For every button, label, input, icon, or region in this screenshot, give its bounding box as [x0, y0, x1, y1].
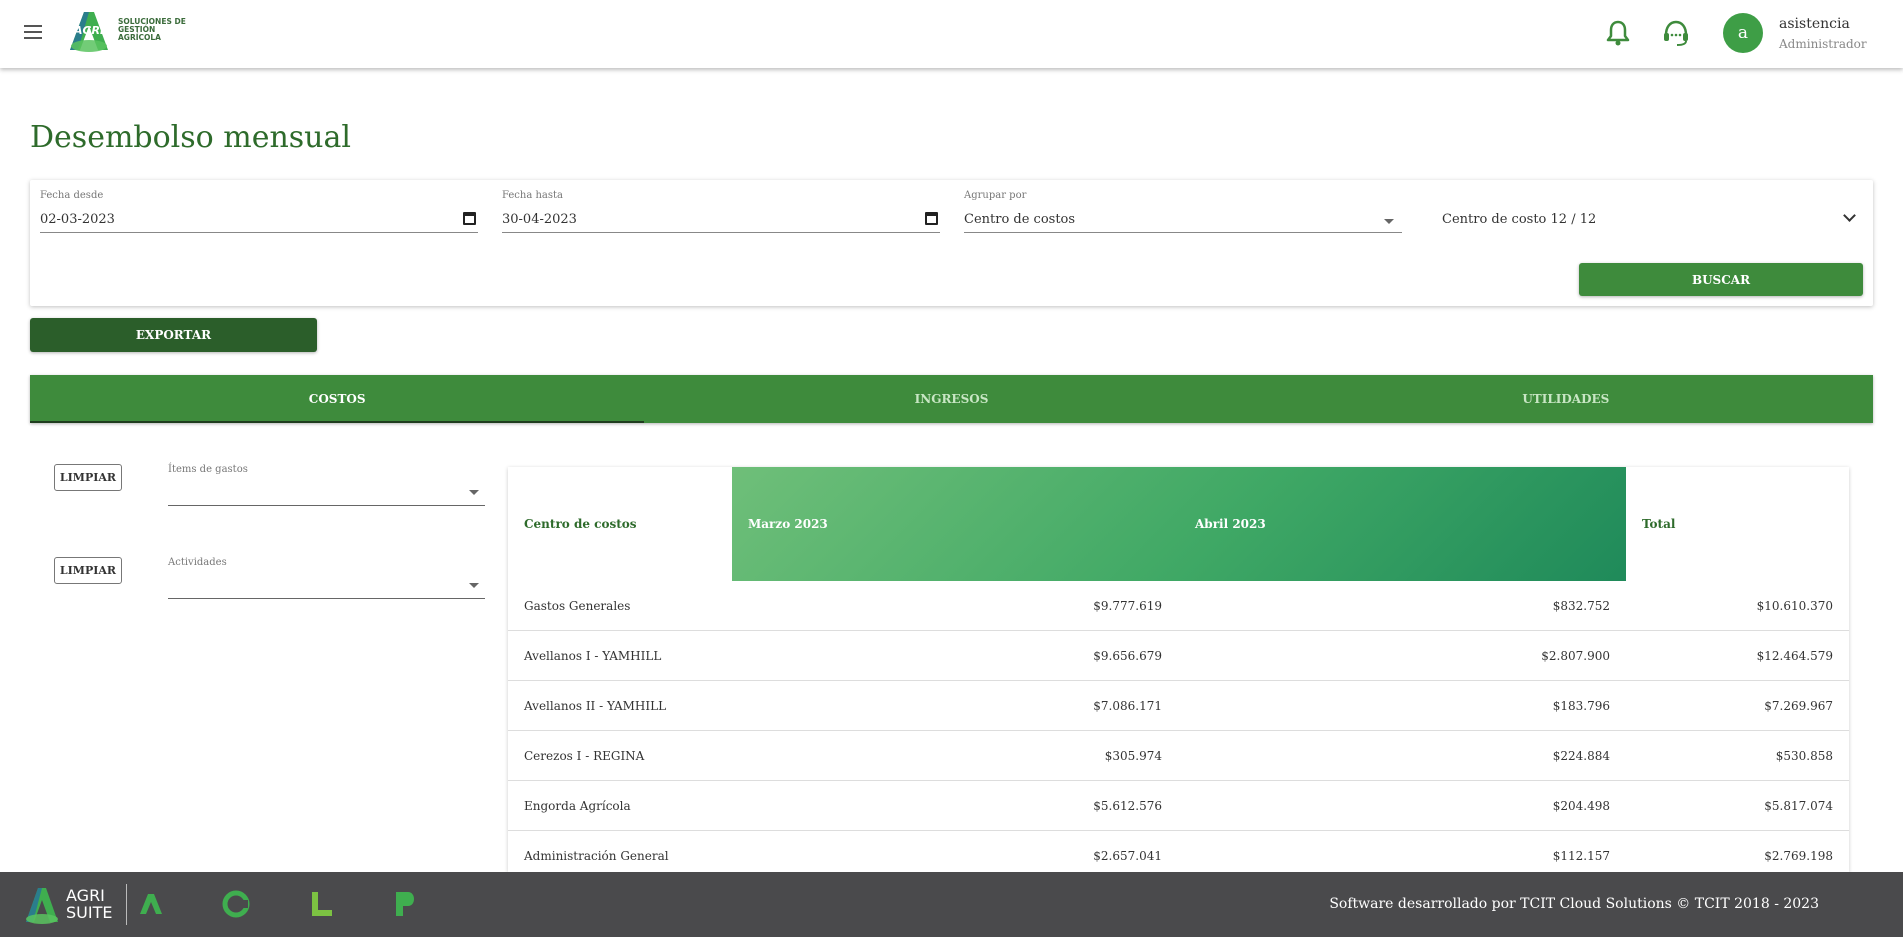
- limpiar-items-button[interactable]: LIMPIAR: [54, 464, 122, 491]
- fecha-hasta-field[interactable]: Fecha hasta 30-04-2023: [502, 190, 940, 234]
- limpiar-actividades-button[interactable]: LIMPIAR: [54, 557, 122, 584]
- agri-logo[interactable]: AGRI SOLUCIONES DE GESTIÓN AGRÍCOLA: [64, 6, 198, 54]
- row-month-1: $305.974: [1104, 749, 1162, 763]
- fecha-hasta-value[interactable]: 30-04-2023: [502, 212, 577, 227]
- pack-product-logo-icon: [392, 890, 459, 918]
- row-month-2: $832.752: [1552, 599, 1610, 613]
- buscar-button[interactable]: BUSCAR: [1579, 263, 1863, 296]
- row-total: $2.769.198: [1764, 849, 1833, 863]
- table-row: Administración General $2.657.041 $112.1…: [508, 831, 1849, 872]
- footer-brand-line2: SUITE: [66, 903, 113, 922]
- table-row: Gastos Generales $9.777.619 $832.752 $10…: [508, 581, 1849, 631]
- centro-costo-select[interactable]: Centro de costo 12 / 12: [1442, 190, 1862, 234]
- header-total: Total: [1642, 517, 1676, 531]
- notifications-bell-icon[interactable]: [1606, 19, 1630, 47]
- fecha-desde-underline: [40, 232, 478, 233]
- agri-product-logo-icon: [138, 890, 203, 916]
- row-name: Avellanos I - YAMHILL: [524, 649, 662, 663]
- row-month-2: $112.157: [1552, 849, 1610, 863]
- row-month-1: $2.657.041: [1093, 849, 1162, 863]
- actividades-underline: [168, 598, 485, 599]
- costs-table: Centro de costos Marzo 2023 Abril 2023 T…: [508, 467, 1849, 872]
- fecha-desde-value[interactable]: 02-03-2023: [40, 212, 115, 227]
- header-month-2: Abril 2023: [1195, 517, 1266, 531]
- tab-ingresos[interactable]: INGRESOS: [644, 375, 1258, 423]
- tab-costos[interactable]: COSTOS: [30, 375, 645, 423]
- agrupar-por-select[interactable]: Agrupar por Centro de costos: [964, 190, 1402, 234]
- calendar-icon[interactable]: [463, 212, 476, 225]
- dropdown-arrow-icon[interactable]: [469, 490, 479, 495]
- row-month-1: $7.086.171: [1093, 699, 1162, 713]
- table-row: Avellanos II - YAMHILL $7.086.171 $183.7…: [508, 681, 1849, 731]
- hamburger-menu-icon[interactable]: [24, 25, 42, 39]
- row-month-1: $9.777.619: [1093, 599, 1162, 613]
- row-name: Engorda Agrícola: [524, 799, 631, 813]
- table-row: Avellanos I - YAMHILL $9.656.679 $2.807.…: [508, 631, 1849, 681]
- cosecha-product-logo-icon: [222, 890, 289, 918]
- table-row: Cerezos I - REGINA $305.974 $224.884 $53…: [508, 731, 1849, 781]
- actividades-label: Actividades: [168, 557, 227, 568]
- dropdown-arrow-icon[interactable]: [469, 583, 479, 588]
- table-header: Centro de costos Marzo 2023 Abril 2023 T…: [508, 467, 1849, 581]
- row-month-2: $224.884: [1552, 749, 1610, 763]
- top-app-bar: AGRI SOLUCIONES DE GESTIÓN AGRÍCOLA a as…: [0, 0, 1903, 68]
- chevron-down-icon[interactable]: [1843, 209, 1856, 222]
- agrupar-por-value[interactable]: Centro de costos: [964, 212, 1075, 227]
- row-total: $7.269.967: [1764, 699, 1833, 713]
- row-name: Avellanos II - YAMHILL: [524, 699, 667, 713]
- footer: AGRI SUITE Software desarrollado por TCI…: [0, 872, 1903, 937]
- tab-bar: COSTOS INGRESOS UTILIDADES: [30, 375, 1873, 423]
- fecha-hasta-label: Fecha hasta: [502, 190, 564, 201]
- row-name: Gastos Generales: [524, 599, 631, 613]
- actividades-select[interactable]: Actividades: [168, 557, 485, 599]
- items-gastos-underline: [168, 505, 485, 506]
- agri-suite-logo-icon: [26, 888, 58, 924]
- dropdown-arrow-icon[interactable]: [1384, 219, 1394, 224]
- row-total: $12.464.579: [1756, 649, 1833, 663]
- row-total: $5.817.074: [1764, 799, 1833, 813]
- items-gastos-select[interactable]: Ítems de gastos: [168, 464, 485, 506]
- user-role: Administrador: [1779, 37, 1867, 51]
- agrupar-por-underline: [964, 232, 1402, 233]
- page-title: Desembolso mensual: [30, 120, 351, 155]
- svg-text:AGRI: AGRI: [73, 24, 104, 37]
- user-name: asistencia: [1779, 16, 1850, 32]
- row-month-2: $204.498: [1552, 799, 1610, 813]
- user-avatar[interactable]: a: [1723, 13, 1763, 53]
- centro-costo-value[interactable]: Centro de costo 12 / 12: [1442, 212, 1596, 227]
- exportar-button[interactable]: EXPORTAR: [30, 318, 317, 352]
- footer-divider: [126, 884, 127, 925]
- filter-panel: Fecha desde 02-03-2023 Fecha hasta 30-04…: [30, 180, 1873, 306]
- row-total: $10.610.370: [1756, 599, 1833, 613]
- row-month-2: $2.807.900: [1541, 649, 1610, 663]
- fecha-hasta-underline: [502, 232, 940, 233]
- table-row: Engorda Agrícola $5.612.576 $204.498 $5.…: [508, 781, 1849, 831]
- header-months: Marzo 2023 Abril 2023: [732, 467, 1626, 581]
- agrupar-por-label: Agrupar por: [964, 190, 1027, 201]
- row-month-1: $9.656.679: [1093, 649, 1162, 663]
- row-name: Administración General: [524, 849, 669, 863]
- calendar-icon[interactable]: [925, 212, 938, 225]
- header-centro-costos: Centro de costos: [524, 517, 637, 531]
- tab-utilidades[interactable]: UTILIDADES: [1259, 375, 1873, 423]
- items-gastos-label: Ítems de gastos: [168, 464, 248, 475]
- footer-brand-line1: AGRI: [66, 886, 105, 905]
- agri-suite-logo: AGRI SUITE: [22, 882, 112, 926]
- fecha-desde-field[interactable]: Fecha desde 02-03-2023: [40, 190, 478, 234]
- header-month-1: Marzo 2023: [748, 517, 828, 531]
- logo-subtitle: SOLUCIONES DE GESTIÓN AGRÍCOLA: [118, 17, 186, 42]
- support-headset-icon[interactable]: [1661, 19, 1691, 47]
- labores-product-logo-icon: [308, 890, 375, 918]
- row-name: Cerezos I - REGINA: [524, 749, 645, 763]
- fecha-desde-label: Fecha desde: [40, 190, 104, 201]
- footer-copyright: Software desarrollado por TCIT Cloud Sol…: [1329, 896, 1819, 912]
- row-month-1: $5.612.576: [1093, 799, 1162, 813]
- row-total: $530.858: [1775, 749, 1833, 763]
- row-month-2: $183.796: [1552, 699, 1610, 713]
- agri-logo-icon: AGRI: [70, 12, 108, 52]
